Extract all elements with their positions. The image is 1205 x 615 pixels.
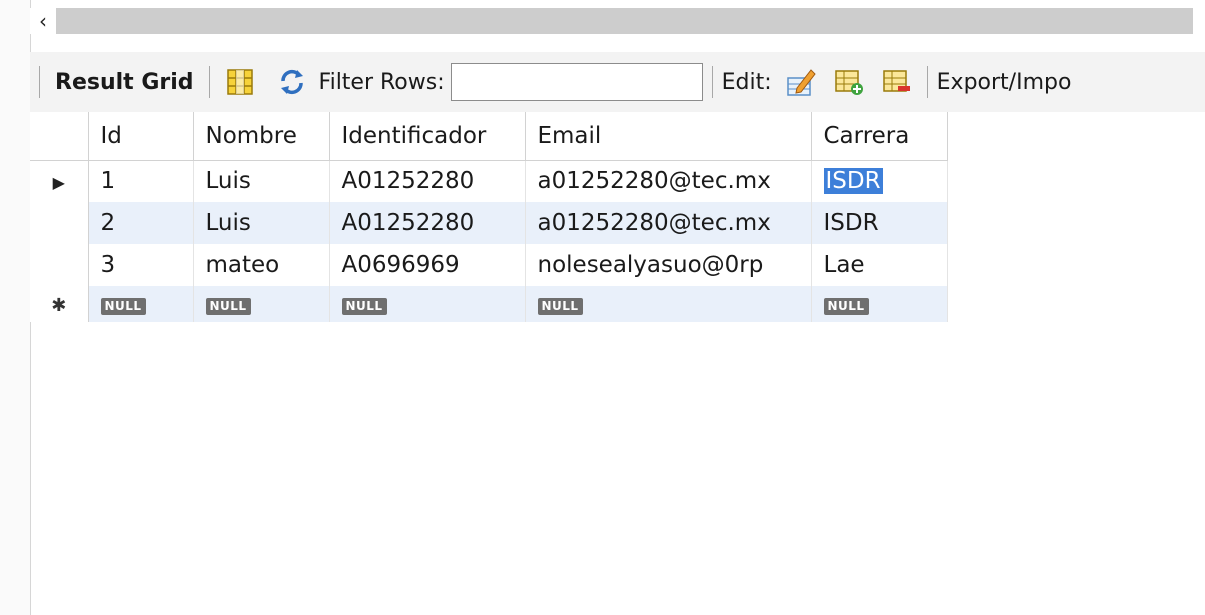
row-selector-header[interactable]	[30, 112, 89, 161]
new-row-asterisk-icon: ✱	[51, 295, 67, 316]
cell-carrera[interactable]: Lae	[811, 244, 948, 286]
cell-nombre[interactable]: Luis	[193, 160, 330, 202]
row-selector[interactable]	[30, 244, 89, 286]
null-badge: NULL	[100, 298, 146, 315]
table-row[interactable]: 2 Luis A01252280 a01252280@tec.mx ISDR	[30, 202, 948, 244]
result-grid-table: Id Nombre Identificador Email Carrera ▶ …	[30, 112, 948, 322]
row-selector[interactable]: ▶	[30, 160, 89, 202]
table-row[interactable]: ▶ 1 Luis A01252280 a01252280@tec.mx ISDR	[30, 160, 948, 202]
cell-carrera[interactable]: ISDR	[811, 202, 948, 244]
result-grid-tab[interactable]: Result Grid	[49, 70, 200, 95]
toolbar-separator	[926, 66, 928, 98]
export-import-label[interactable]: Export/Impo	[937, 70, 1072, 95]
null-badge: NULL	[823, 298, 869, 315]
column-header-carrera[interactable]: Carrera	[811, 112, 948, 161]
edit-row-icon[interactable]	[784, 65, 818, 99]
column-header-nombre[interactable]: Nombre	[193, 112, 330, 161]
header-row: Id Nombre Identificador Email Carrera	[30, 112, 948, 161]
insert-row-icon[interactable]	[832, 65, 866, 99]
horizontal-scrollbar[interactable]: ‹	[30, 8, 1193, 34]
cell-id[interactable]: 2	[88, 202, 194, 244]
cell-identificador[interactable]: A0696969	[329, 244, 526, 286]
filter-rows-input[interactable]	[450, 63, 703, 101]
table-row[interactable]: 3 mateo A0696969 nolesealyasuo@0rp Lae	[30, 244, 948, 286]
column-header-id[interactable]: Id	[88, 112, 194, 161]
cell-nombre[interactable]: mateo	[193, 244, 330, 286]
refresh-icon[interactable]	[275, 65, 309, 99]
form-editor-icon[interactable]	[223, 65, 257, 99]
cell-identificador[interactable]: A01252280	[329, 160, 526, 202]
null-badge: NULL	[341, 298, 387, 315]
cell-identificador[interactable]: A01252280	[329, 202, 526, 244]
cell-email[interactable]: NULL	[525, 286, 812, 322]
current-row-arrow-icon: ▶	[52, 173, 65, 193]
scrollbar-track[interactable]	[56, 8, 1193, 34]
null-badge: NULL	[537, 298, 583, 315]
cell-nombre[interactable]: Luis	[193, 202, 330, 244]
result-toolbar: Result Grid Filter Rows: Edit: Export/Im…	[30, 52, 1205, 112]
toolbar-separator	[208, 66, 210, 98]
cell-id[interactable]: NULL	[88, 286, 194, 322]
row-selector[interactable]: ✱	[30, 286, 89, 322]
cell-identificador[interactable]: NULL	[329, 286, 526, 322]
delete-row-icon[interactable]	[880, 65, 914, 99]
column-header-email[interactable]: Email	[525, 112, 812, 161]
column-header-identificador[interactable]: Identificador	[329, 112, 526, 161]
cell-carrera[interactable]: ISDR	[811, 160, 948, 202]
row-selector[interactable]	[30, 202, 89, 244]
edit-label: Edit:	[721, 69, 772, 95]
cell-email[interactable]: a01252280@tec.mx	[525, 202, 812, 244]
toolbar-separator	[711, 66, 713, 98]
cell-email[interactable]: nolesealyasuo@0rp	[525, 244, 812, 286]
null-badge: NULL	[205, 298, 251, 315]
scroll-left-arrow-icon[interactable]: ‹	[30, 8, 56, 34]
cell-nombre[interactable]: NULL	[193, 286, 330, 322]
cell-carrera[interactable]: NULL	[811, 286, 948, 322]
new-row[interactable]: ✱ NULL NULL NULL NULL NULL	[30, 286, 948, 322]
cell-id[interactable]: 1	[88, 160, 194, 202]
cell-email[interactable]: a01252280@tec.mx	[525, 160, 812, 202]
selected-cell-text[interactable]: ISDR	[823, 168, 883, 195]
filter-rows-label: Filter Rows:	[318, 69, 445, 95]
toolbar-separator	[39, 66, 40, 98]
left-panel-edge	[0, 0, 31, 615]
cell-id[interactable]: 3	[88, 244, 194, 286]
